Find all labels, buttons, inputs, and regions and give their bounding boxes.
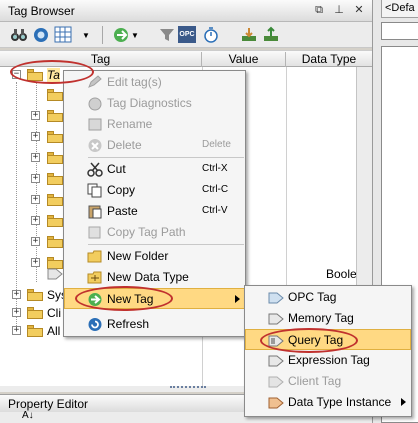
window-title: Tag Browser	[8, 4, 75, 18]
tree-label-client: Cli	[47, 306, 61, 320]
expand-icon[interactable]: +	[31, 153, 40, 162]
expand-icon[interactable]: +	[31, 111, 40, 120]
new-tag-submenu: OPC Tag Memory Tag Query Tag Expression …	[244, 285, 412, 417]
client-tag-icon	[268, 376, 284, 388]
submenu-item-client-tag[interactable]: Client Tag	[246, 371, 410, 392]
tag-search-icon[interactable]	[32, 26, 50, 43]
menu-item-new-folder[interactable]: New Folder	[65, 246, 244, 267]
new-tag-icon	[88, 293, 102, 306]
delete-icon	[88, 139, 102, 152]
menu-item-edit-tags[interactable]: Edit tag(s)	[65, 72, 244, 93]
expression-tag-icon	[268, 355, 284, 367]
expand-icon[interactable]: +	[31, 174, 40, 183]
menu-item-delete[interactable]: Delete Delete	[65, 135, 244, 156]
right-panel-tab[interactable]: <Defa	[381, 0, 418, 18]
menu-item-tag-diagnostics[interactable]: Tag Diagnostics	[65, 93, 244, 114]
dropdown-icon[interactable]: ▼	[82, 31, 100, 48]
menu-item-refresh[interactable]: Refresh	[65, 314, 244, 335]
new-data-type-icon	[87, 271, 102, 284]
folder-icon	[47, 89, 63, 101]
diagnostics-icon	[88, 97, 102, 111]
menu-item-new-data-type[interactable]: New Data Type	[65, 267, 244, 288]
opc-icon[interactable]: OPC	[178, 26, 196, 43]
menu-item-cut[interactable]: Cut Ctrl-X	[65, 159, 244, 180]
tag-icon	[47, 268, 63, 280]
submenu-item-memory-tag[interactable]: Memory Tag	[246, 308, 410, 329]
expand-icon[interactable]: +	[31, 195, 40, 204]
submenu-item-query-tag[interactable]: Query Tag	[245, 329, 411, 350]
folder-icon	[47, 194, 63, 206]
export-icon[interactable]	[262, 26, 280, 43]
toolbar: ▼ ▼ OPC	[0, 22, 372, 48]
submenu-arrow-icon	[235, 295, 240, 303]
menu-item-paste[interactable]: Paste Ctrl-V	[65, 201, 244, 222]
tree-label-all: All	[47, 324, 61, 338]
tag-filter-icon[interactable]	[158, 26, 176, 43]
binoculars-icon[interactable]	[10, 26, 28, 43]
copy-icon	[87, 183, 102, 198]
expand-icon[interactable]: +	[12, 290, 21, 299]
folder-icon	[47, 152, 63, 164]
timer-icon[interactable]	[202, 26, 220, 43]
new-folder-icon	[87, 250, 102, 263]
sort-alpha-icon[interactable]: A↓	[22, 410, 34, 421]
folder-icon	[47, 236, 63, 248]
menu-item-rename[interactable]: Rename	[65, 114, 244, 135]
rename-icon	[88, 118, 102, 131]
menu-separator	[88, 157, 244, 158]
submenu-arrow-icon	[401, 398, 406, 406]
folder-icon	[27, 325, 43, 337]
context-menu: Edit tag(s) Tag Diagnostics Rename Delet…	[63, 70, 246, 337]
expand-icon[interactable]: +	[31, 132, 40, 141]
tag-browser-titlebar: Tag Browser ⧉ ⊥ ✕	[0, 0, 372, 22]
close-icon[interactable]: ✕	[352, 3, 366, 17]
folder-icon	[27, 307, 43, 319]
toolbar-separator	[102, 26, 103, 44]
expand-icon[interactable]: +	[31, 237, 40, 246]
submenu-item-opc-tag[interactable]: OPC Tag	[246, 287, 410, 308]
scissors-icon	[87, 162, 103, 177]
folder-icon	[27, 289, 43, 301]
menu-separator	[88, 244, 244, 245]
restore-icon[interactable]: ⧉	[312, 3, 326, 17]
folder-icon	[47, 215, 63, 227]
memory-tag-icon	[268, 313, 284, 325]
splitter-grip[interactable]	[170, 386, 206, 390]
folder-icon	[47, 131, 63, 143]
expand-icon[interactable]: +	[31, 216, 40, 225]
opc-tag-icon	[268, 292, 284, 304]
paste-icon	[88, 205, 102, 219]
import-icon[interactable]	[240, 26, 258, 43]
data-type-instance-icon	[268, 397, 284, 409]
submenu-item-expression-tag[interactable]: Expression Tag	[246, 350, 410, 371]
edit-tag-icon	[88, 75, 102, 88]
folder-open-icon	[27, 69, 43, 81]
dropdown-icon[interactable]: ▼	[131, 31, 149, 48]
add-icon[interactable]	[112, 26, 130, 43]
expand-icon[interactable]: +	[12, 326, 21, 335]
tree-label-root: Ta	[47, 68, 60, 82]
property-editor-title: Property Editor	[8, 397, 89, 411]
folder-icon	[47, 173, 63, 185]
query-tag-icon	[268, 335, 284, 347]
expand-icon[interactable]: +	[12, 308, 21, 317]
grid-icon[interactable]	[54, 26, 72, 43]
collapse-icon[interactable]: −	[12, 70, 21, 79]
right-panel-field[interactable]	[381, 22, 418, 40]
menu-item-copy[interactable]: Copy Ctrl-C	[65, 180, 244, 201]
menu-item-copy-tag-path[interactable]: Copy Tag Path	[65, 222, 244, 243]
submenu-item-data-type-instance[interactable]: Data Type Instance	[246, 392, 410, 413]
menu-item-new-tag[interactable]: New Tag	[64, 288, 245, 309]
pin-icon[interactable]: ⊥	[332, 3, 346, 17]
refresh-icon	[88, 318, 102, 331]
copy-path-icon	[88, 226, 101, 239]
folder-icon	[47, 110, 63, 122]
